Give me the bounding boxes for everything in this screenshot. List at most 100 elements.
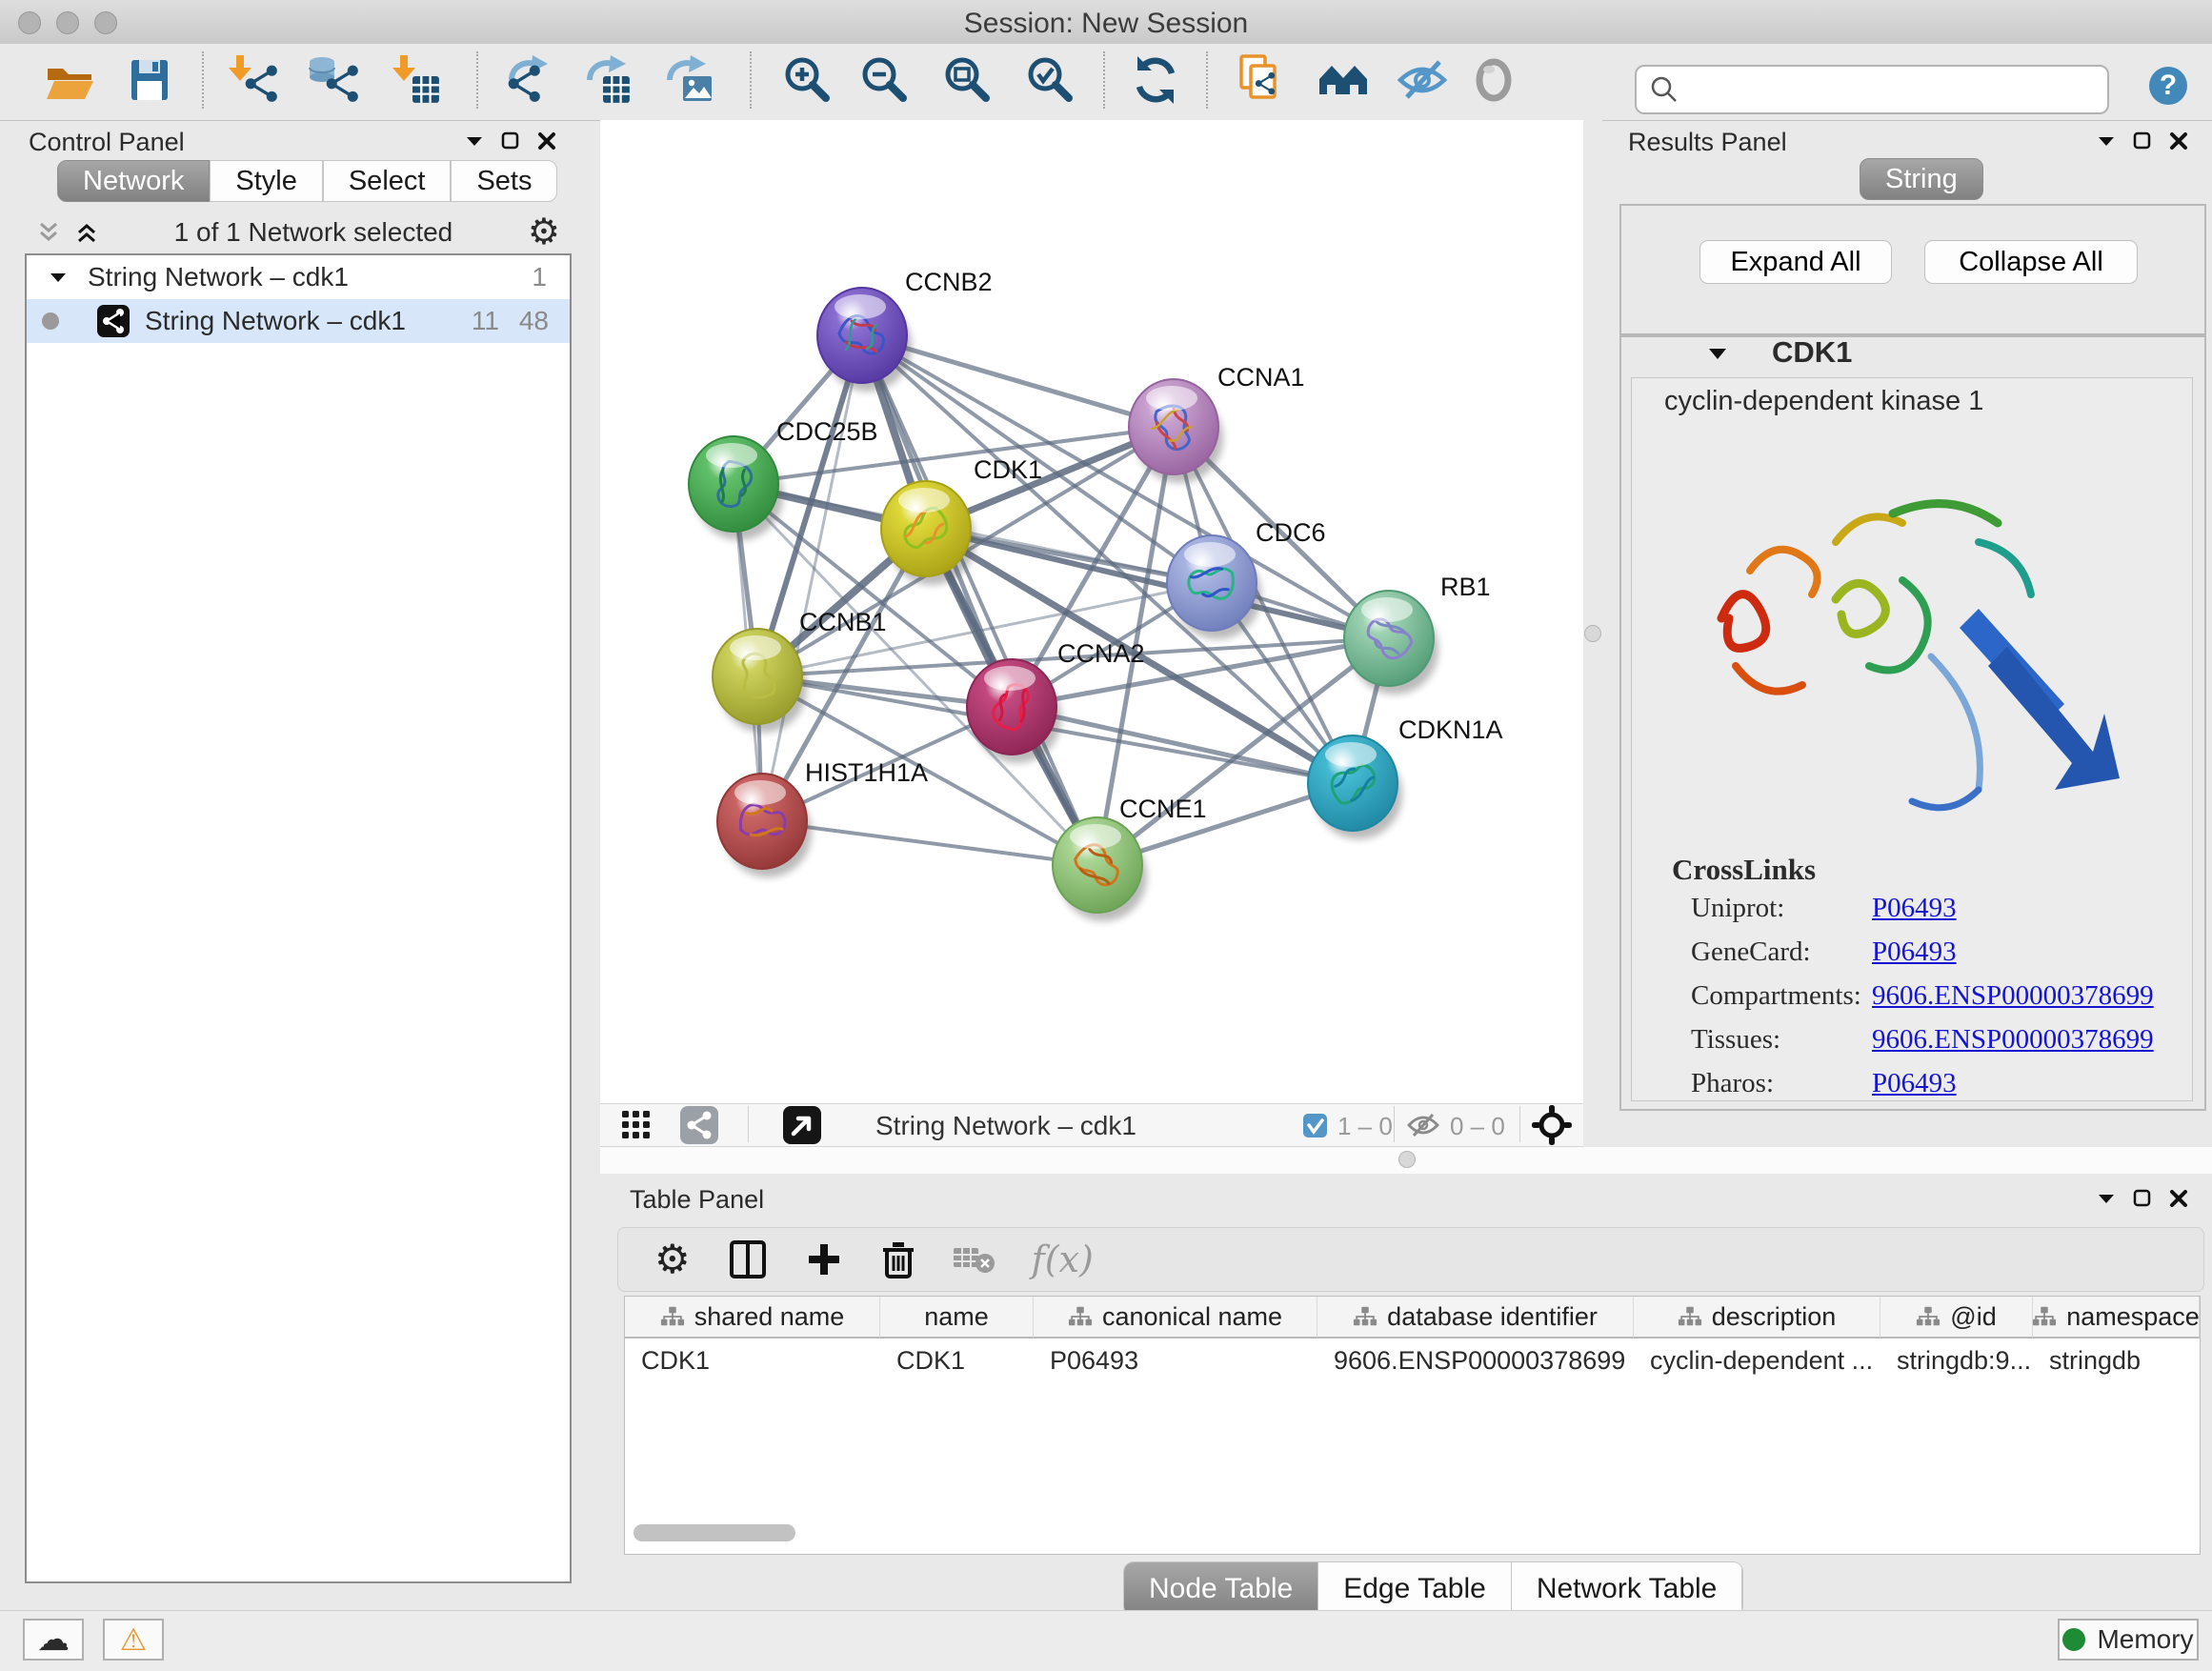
- edge-CCNB2-HIST1H1A[interactable]: [762, 335, 862, 821]
- table-cell[interactable]: stringdb: [2033, 1340, 2200, 1380]
- network-graph[interactable]: CCNB2CCNA1CDC25BCDK1CDC6RB1CCNB1CCNA2CDK…: [600, 120, 1583, 1103]
- node-table[interactable]: shared namenamecanonical namedatabase id…: [624, 1296, 2201, 1555]
- import-database-button[interactable]: [303, 50, 364, 111]
- node-CDC25B[interactable]: [689, 436, 783, 540]
- splitter-grip[interactable]: [1398, 1151, 1416, 1168]
- save-session-button[interactable]: [119, 50, 180, 111]
- zoom-fit-button[interactable]: [937, 50, 998, 111]
- node-RB1[interactable]: [1344, 591, 1438, 695]
- network-collection-row[interactable]: String Network – cdk1 1: [27, 255, 570, 299]
- float-icon[interactable]: [501, 131, 520, 151]
- network-row-selected[interactable]: String Network – cdk1 11 48: [27, 299, 570, 343]
- home-button[interactable]: [1314, 50, 1375, 111]
- add-column-icon[interactable]: [805, 1240, 843, 1278]
- node-CDC6[interactable]: [1167, 535, 1261, 639]
- birdseye-view-icon[interactable]: [783, 1106, 821, 1144]
- zoom-selected-button[interactable]: [1020, 50, 1081, 111]
- collapse-icon[interactable]: [2097, 134, 2116, 148]
- column-header-description[interactable]: description: [1634, 1297, 1880, 1339]
- collapse-icon[interactable]: [2097, 1192, 2116, 1205]
- grid-view-icon[interactable]: [622, 1111, 651, 1139]
- edge-CCNA2-CDKN1A[interactable]: [1012, 707, 1353, 783]
- tab-style[interactable]: Style: [210, 160, 322, 202]
- splitter-grip[interactable]: [1584, 625, 1601, 642]
- import-network-button[interactable]: [222, 50, 283, 111]
- crosslink-value-link[interactable]: 9606.ENSP00000378699: [1872, 1024, 2154, 1056]
- function-builder-icon[interactable]: f(x): [1032, 1238, 1094, 1280]
- node-CCNB2[interactable]: [817, 288, 912, 392]
- section-collapse-icon[interactable]: [1707, 347, 1728, 361]
- table-cell[interactable]: P06493: [1034, 1340, 1317, 1380]
- gear-icon[interactable]: ⚙: [528, 214, 560, 251]
- zoom-out-button[interactable]: [855, 50, 915, 111]
- column-header-namespace[interactable]: namespace: [2033, 1297, 2200, 1339]
- collapse-all-button[interactable]: Collapse All: [1924, 240, 2138, 284]
- memory-button[interactable]: Memory: [2058, 1619, 2199, 1661]
- column-header-name[interactable]: name: [880, 1297, 1034, 1339]
- export-image-button[interactable]: [658, 50, 719, 111]
- crosshair-icon[interactable]: [1532, 1105, 1572, 1145]
- node-CCNA1[interactable]: [1129, 379, 1223, 483]
- column-header-canonical-name[interactable]: canonical name: [1034, 1297, 1317, 1339]
- tab-select[interactable]: Select: [323, 160, 452, 202]
- hidden-eye-slash-icon[interactable]: [1406, 1113, 1440, 1137]
- close-icon[interactable]: [2169, 1189, 2188, 1208]
- tab-network[interactable]: Network: [57, 160, 210, 202]
- expand-all-button[interactable]: Expand All: [1699, 240, 1892, 284]
- delete-column-trash-icon[interactable]: [879, 1238, 917, 1280]
- network-canvas[interactable]: CCNB2CCNA1CDC25BCDK1CDC6RB1CCNB1CCNA2CDK…: [600, 120, 1583, 1103]
- delete-table-icon[interactable]: [954, 1244, 995, 1275]
- show-columns-icon[interactable]: [727, 1238, 769, 1280]
- close-icon[interactable]: [2169, 131, 2188, 151]
- hide-selected-button[interactable]: [1392, 50, 1453, 111]
- clone-network-button[interactable]: [1231, 50, 1292, 111]
- import-table-button[interactable]: [386, 50, 447, 111]
- crosslink-value-link[interactable]: P06493: [1872, 1068, 1957, 1099]
- node-CCNA2[interactable]: [967, 659, 1061, 763]
- cloud-button[interactable]: ☁: [23, 1619, 84, 1661]
- search-input[interactable]: [1680, 74, 2094, 106]
- collapse-icon[interactable]: [465, 134, 484, 148]
- crosslink-value-link[interactable]: P06493: [1872, 936, 1957, 968]
- table-settings-gear-icon[interactable]: ⚙: [654, 1239, 691, 1279]
- selected-checkbox-icon[interactable]: [1303, 1114, 1327, 1137]
- column-header-database-identifier[interactable]: database identifier: [1317, 1297, 1634, 1339]
- network-thumbnail-icon[interactable]: [680, 1106, 718, 1144]
- table-cell[interactable]: CDK1: [625, 1340, 880, 1380]
- export-table-button[interactable]: [578, 50, 639, 111]
- float-icon[interactable]: [2133, 1189, 2152, 1208]
- zoom-in-button[interactable]: [777, 50, 838, 111]
- show-all-button[interactable]: [1463, 50, 1524, 111]
- column-header-shared-name[interactable]: shared name: [625, 1297, 880, 1339]
- collapse-all-tree-icon[interactable]: [36, 220, 61, 245]
- tab-network-table[interactable]: Network Table: [1512, 1562, 1743, 1616]
- help-button[interactable]: ?: [2149, 67, 2187, 105]
- warnings-button[interactable]: ⚠: [103, 1619, 164, 1661]
- expand-all-tree-icon[interactable]: [74, 220, 99, 245]
- tab-sets[interactable]: Sets: [451, 160, 557, 202]
- crosslink-value-link[interactable]: P06493: [1872, 893, 1957, 924]
- crosslink-value-link[interactable]: 9606.ENSP00000378699: [1872, 980, 2154, 1012]
- table-cell[interactable]: stringdb:9...: [1880, 1340, 2033, 1380]
- horizontal-scrollbar-thumb[interactable]: [633, 1524, 795, 1541]
- tab-edge-table[interactable]: Edge Table: [1318, 1562, 1512, 1616]
- node-HIST1H1A[interactable]: [717, 774, 812, 877]
- node-CDKN1A[interactable]: [1308, 735, 1402, 839]
- table-cell[interactable]: 9606.ENSP00000378699: [1317, 1340, 1634, 1380]
- node-CDK1[interactable]: [881, 481, 975, 585]
- open-session-button[interactable]: [39, 50, 100, 111]
- edge-HIST1H1A-CCNE1[interactable]: [762, 821, 1097, 865]
- search-field[interactable]: [1635, 65, 2109, 114]
- tab-string[interactable]: String: [1860, 158, 1983, 200]
- float-icon[interactable]: [2133, 131, 2152, 151]
- tree-expand-icon[interactable]: [50, 272, 67, 284]
- vertical-splitter[interactable]: [1583, 120, 1602, 1147]
- export-network-button[interactable]: [500, 50, 561, 111]
- column-header--id[interactable]: @id: [1880, 1297, 2033, 1339]
- horizontal-splitter[interactable]: [600, 1147, 2212, 1174]
- table-cell[interactable]: CDK1: [880, 1340, 1034, 1380]
- node-CCNE1[interactable]: [1053, 817, 1147, 921]
- close-icon[interactable]: [537, 131, 556, 151]
- table-cell[interactable]: cyclin-dependent ...: [1634, 1340, 1880, 1380]
- refresh-button[interactable]: [1125, 50, 1186, 111]
